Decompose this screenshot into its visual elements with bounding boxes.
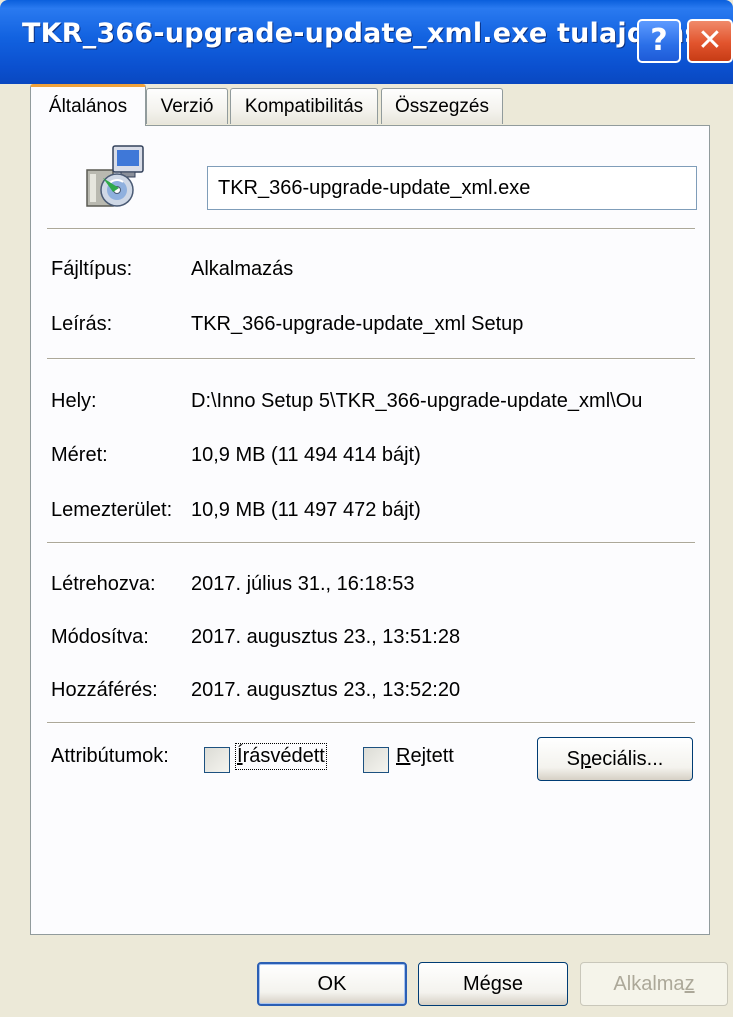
disk-size-value: 10,9 MB (11 497 472 bájt) [191,499,421,521]
close-button[interactable]: ✕ [687,19,733,63]
properties-dialog: TKR_366-upgrade-update_xml.exe tulajdons… [0,0,733,1017]
tab-strip: Általános Verzió Kompatibilitás Összegzé… [30,84,710,126]
file-type-value: Alkalmazás [191,258,294,280]
advanced-label-start: S [566,748,580,770]
cancel-button[interactable]: Mégse [418,962,568,1006]
modified-label: Módosítva: [51,626,149,648]
advanced-accesskey: p [579,748,592,770]
hidden-checkbox[interactable] [363,747,389,773]
ok-button[interactable]: OK [257,962,407,1006]
setup-installer-icon [86,145,144,207]
general-tab-panel: Fájltípus: Alkalmazás Leírás: TKR_366-up… [30,125,710,935]
created-value: 2017. július 31., 16:18:53 [191,573,415,595]
tab-general[interactable]: Általános [30,84,146,126]
tab-compatibility[interactable]: Kompatibilitás [230,88,378,124]
close-icon: ✕ [697,23,723,58]
tab-summary[interactable]: Összegzés [381,88,503,124]
description-label: Leírás: [51,313,113,335]
size-label: Méret: [51,444,108,466]
title-bar[interactable]: TKR_366-upgrade-update_xml.exe tulajdons… [0,0,733,84]
hidden-accesskey: R [396,745,411,767]
location-label: Hely: [51,390,97,412]
created-label: Létrehozva: [51,573,156,595]
help-icon: ? [650,23,668,58]
hidden-label-text: ejtett [410,745,454,767]
modified-value: 2017. augusztus 23., 13:51:28 [191,626,461,648]
separator [47,228,695,230]
accessed-label: Hozzáférés: [51,679,158,701]
readonly-checkbox-label[interactable]: Írásvédett [235,743,327,770]
hidden-checkbox-label[interactable]: Rejtett [396,745,454,768]
attributes-label: Attribútumok: [51,745,169,767]
separator [47,722,695,724]
location-value: D:\Inno Setup 5\TKR_366-upgrade-update_x… [191,390,643,412]
readonly-checkbox[interactable] [204,747,230,773]
disk-size-label: Lemezterület: [51,499,173,521]
advanced-button[interactable]: Speciális... [537,737,693,781]
description-value: TKR_366-upgrade-update_xml Setup [191,313,524,335]
help-button[interactable]: ? [637,19,681,63]
apply-label-start: Alkalma [613,973,685,995]
tab-version[interactable]: Verzió [146,88,228,124]
accessed-value: 2017. augusztus 23., 13:52:20 [191,679,461,701]
file-name-input[interactable] [207,166,697,210]
separator [47,358,695,360]
readonly-label-text: rásvédett [242,745,325,767]
size-value: 10,9 MB (11 494 414 bájt) [191,444,421,466]
advanced-label-end: eciális... [591,748,664,770]
separator [47,542,695,544]
file-type-label: Fájltípus: [51,258,133,280]
apply-button[interactable]: Alkalmaz [580,962,728,1006]
window-title: TKR_366-upgrade-update_xml.exe tulajdons… [22,18,733,49]
apply-accesskey: z [684,973,695,995]
